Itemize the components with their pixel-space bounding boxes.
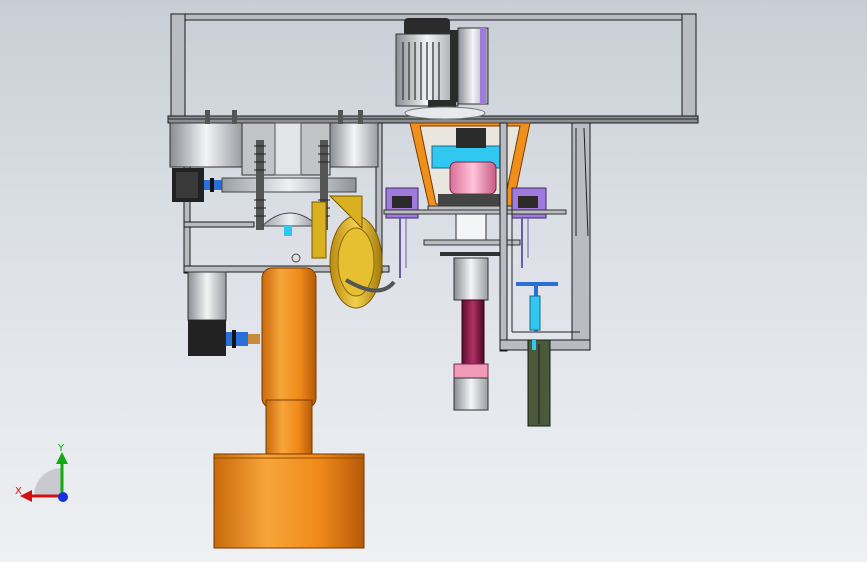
left-stepper-motor-upper <box>172 168 224 202</box>
coordinate-triad <box>20 452 68 502</box>
right-guide-rail <box>516 282 558 427</box>
top-motor <box>395 18 489 120</box>
purple-bearing-right <box>511 187 547 268</box>
orange-base <box>213 267 365 549</box>
cad-viewport[interactable]: X Y <box>0 0 867 562</box>
x-axis-label: X <box>15 486 22 497</box>
y-axis-label: Y <box>58 443 65 454</box>
z-axis-dot <box>58 492 68 502</box>
crossbar <box>383 209 567 215</box>
assembly-drawing <box>20 13 699 549</box>
left-stepper-motor-lower <box>187 271 260 356</box>
purple-bearing-left <box>385 187 419 278</box>
